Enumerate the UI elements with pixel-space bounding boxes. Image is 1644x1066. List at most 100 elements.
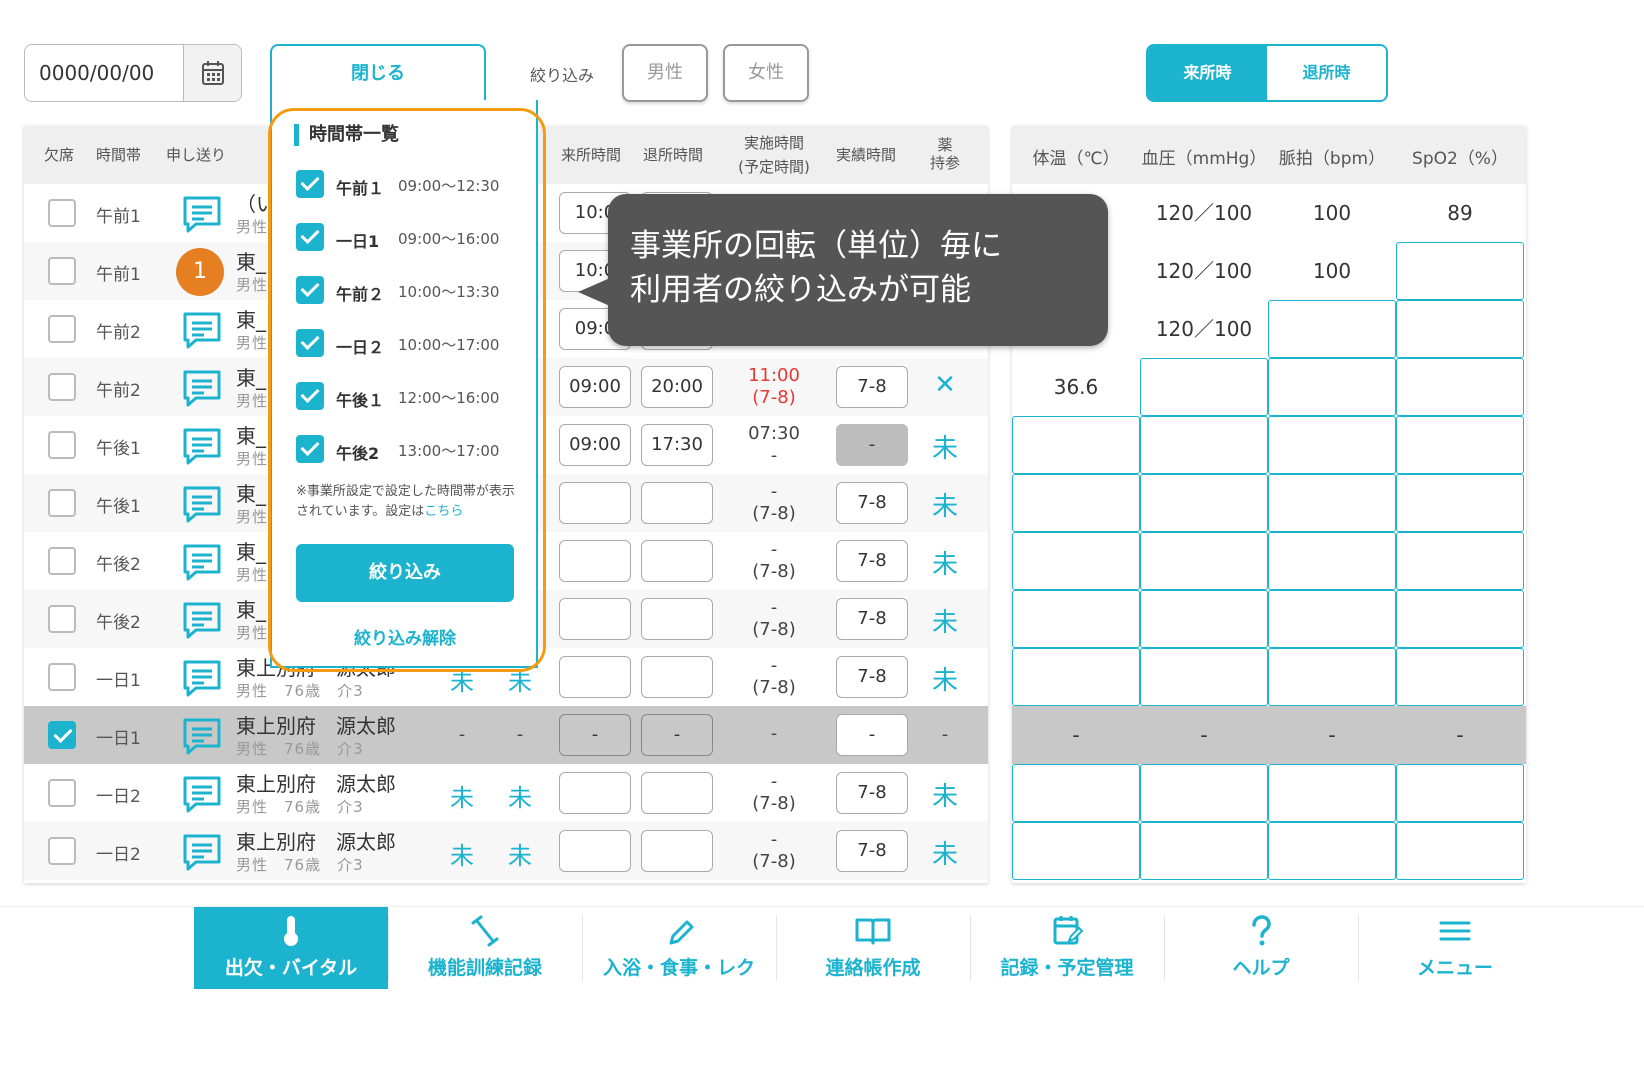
nav-item[interactable]: 記録・予定管理	[970, 907, 1164, 989]
absent-checkbox[interactable]	[48, 315, 76, 343]
message-icon[interactable]	[182, 369, 222, 407]
absent-checkbox[interactable]	[48, 489, 76, 517]
message-icon[interactable]	[182, 427, 222, 465]
vital-cell[interactable]	[1396, 416, 1524, 474]
vital-cell[interactable]	[1396, 822, 1524, 880]
user-name[interactable]: 東_	[236, 362, 266, 391]
arrival-time-input[interactable]: -	[559, 714, 631, 756]
vital-cell[interactable]	[1396, 648, 1524, 706]
vital-cell[interactable]	[1140, 474, 1268, 532]
user-name[interactable]: 東_	[236, 246, 266, 275]
vital-cell[interactable]	[1396, 242, 1524, 300]
absent-checkbox[interactable]	[48, 431, 76, 459]
absent-checkbox[interactable]	[48, 257, 76, 285]
arrival-time-input[interactable]: 09:00	[559, 366, 631, 408]
result-time-button[interactable]: -	[836, 714, 908, 756]
vital-cell[interactable]	[1396, 532, 1524, 590]
departure-time-input[interactable]	[641, 482, 713, 524]
arrival-time-input[interactable]	[559, 540, 631, 582]
message-icon[interactable]	[182, 659, 222, 697]
vital-cell[interactable]	[1396, 590, 1524, 648]
vital-cell[interactable]	[1012, 764, 1140, 822]
arrival-time-input[interactable]	[559, 656, 631, 698]
departure-time-input[interactable]	[641, 656, 713, 698]
absent-checkbox[interactable]	[48, 199, 76, 227]
arrival-time-input[interactable]	[559, 830, 631, 872]
calendar-button[interactable]	[183, 45, 241, 101]
vital-cell[interactable]	[1012, 648, 1140, 706]
absent-checkbox[interactable]	[48, 721, 76, 749]
vital-cell[interactable]	[1012, 822, 1140, 880]
nav-item[interactable]: 入浴・食事・レク	[582, 907, 776, 989]
departure-time-input[interactable]	[641, 830, 713, 872]
vital-cell[interactable]	[1012, 474, 1140, 532]
absent-checkbox[interactable]	[48, 373, 76, 401]
result-time-button[interactable]: 7-8	[836, 598, 908, 640]
vital-cell[interactable]	[1268, 532, 1396, 590]
vital-cell[interactable]	[1012, 416, 1140, 474]
vital-cell[interactable]	[1396, 358, 1524, 416]
nav-item[interactable]: メニュー	[1358, 907, 1552, 989]
departure-time-input[interactable]: -	[641, 714, 713, 756]
status-mark-2[interactable]: 未	[505, 836, 535, 871]
medicine-status[interactable]: 未	[930, 428, 960, 465]
nav-item[interactable]: 機能訓練記録	[388, 907, 582, 989]
message-icon[interactable]	[182, 485, 222, 523]
arrival-time-input[interactable]	[559, 482, 631, 524]
vital-cell[interactable]	[1140, 532, 1268, 590]
arrival-time-input[interactable]	[559, 772, 631, 814]
medicine-status[interactable]: 未	[930, 544, 960, 581]
vital-cell[interactable]	[1140, 416, 1268, 474]
status-mark-1[interactable]: -	[447, 724, 477, 745]
arrival-tab[interactable]: 来所時	[1148, 46, 1267, 100]
vital-cell[interactable]	[1140, 822, 1268, 880]
departure-time-input[interactable]: 20:00	[641, 366, 713, 408]
vital-cell[interactable]	[1268, 416, 1396, 474]
message-icon[interactable]	[182, 311, 222, 349]
vital-cell[interactable]	[1268, 300, 1396, 358]
message-icon[interactable]	[182, 775, 222, 813]
message-icon[interactable]	[182, 543, 222, 581]
vital-cell[interactable]	[1268, 764, 1396, 822]
medicine-status[interactable]: 未	[930, 660, 960, 697]
male-filter-button[interactable]: 男性	[622, 44, 708, 102]
result-time-button[interactable]: 7-8	[836, 830, 908, 872]
departure-time-input[interactable]: 17:30	[641, 424, 713, 466]
user-name[interactable]: 東_	[236, 420, 266, 449]
user-name[interactable]: 東上別府 源太郎	[236, 710, 396, 739]
absent-checkbox[interactable]	[48, 663, 76, 691]
departure-time-input[interactable]	[641, 598, 713, 640]
nav-item[interactable]: 連絡帳作成	[776, 907, 970, 989]
user-name[interactable]: 東_	[236, 304, 266, 333]
result-time-button[interactable]: 7-8	[836, 772, 908, 814]
status-mark-2[interactable]: -	[505, 724, 535, 745]
vital-cell[interactable]	[1268, 474, 1396, 532]
message-icon[interactable]	[182, 833, 222, 871]
absent-checkbox[interactable]	[48, 605, 76, 633]
medicine-status[interactable]: -	[930, 724, 960, 745]
absent-checkbox[interactable]	[48, 779, 76, 807]
vital-cell[interactable]	[1140, 648, 1268, 706]
vital-cell[interactable]	[1268, 590, 1396, 648]
close-timezone-button[interactable]: 閉じる	[270, 44, 486, 102]
result-time-button[interactable]: 7-8	[836, 656, 908, 698]
arrival-time-input[interactable]: 09:00	[559, 424, 631, 466]
status-mark-2[interactable]: 未	[505, 778, 535, 813]
medicine-status[interactable]: 未	[930, 776, 960, 813]
absent-checkbox[interactable]	[48, 547, 76, 575]
status-mark-1[interactable]: 未	[447, 778, 477, 813]
vital-cell[interactable]	[1012, 532, 1140, 590]
vital-cell[interactable]	[1268, 648, 1396, 706]
nav-item[interactable]: ヘルプ	[1164, 907, 1358, 989]
user-name[interactable]: 東上別府 源太郎	[236, 826, 396, 855]
user-name[interactable]: 東上別府 源太郎	[236, 768, 396, 797]
user-name[interactable]: 東_	[236, 478, 266, 507]
result-time-button[interactable]: 7-8	[836, 482, 908, 524]
date-field[interactable]: 0000/00/00	[24, 44, 242, 102]
message-icon[interactable]	[182, 601, 222, 639]
departure-time-input[interactable]	[641, 540, 713, 582]
status-mark-1[interactable]: 未	[447, 836, 477, 871]
absent-checkbox[interactable]	[48, 837, 76, 865]
vital-cell[interactable]	[1396, 300, 1524, 358]
result-time-button[interactable]: 7-8	[836, 540, 908, 582]
